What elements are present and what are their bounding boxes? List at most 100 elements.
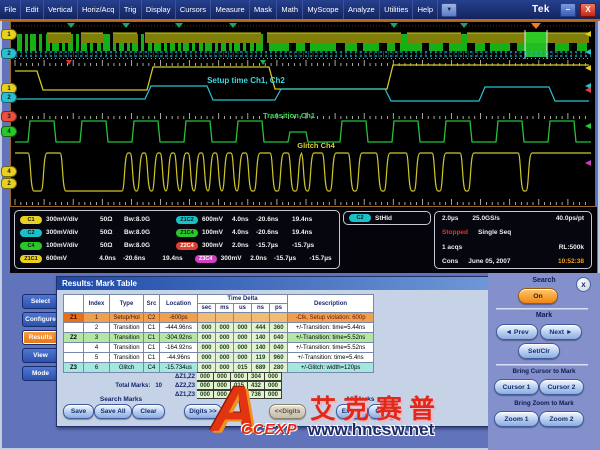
acq-count: 1 acqs <box>442 244 462 251</box>
menu-overflow-icon[interactable]: ▼ <box>441 3 457 17</box>
cursor2-button[interactable]: Cursor 2 <box>539 379 584 395</box>
menu-item-math[interactable]: Math <box>277 0 303 19</box>
tab-configure[interactable]: Configure <box>22 312 59 327</box>
tab-view[interactable]: View <box>22 348 59 363</box>
readout-value: -15.7µs <box>292 242 322 249</box>
delta-label: ΔZ2,Z3 <box>175 383 195 389</box>
menu-item-mask[interactable]: Mask <box>250 0 277 19</box>
glitch-label: Glitch Ch4 <box>297 141 335 150</box>
close-window-button[interactable]: X <box>580 3 596 17</box>
menu-item-file[interactable]: File <box>0 0 21 19</box>
tab-mode[interactable]: Mode <box>22 366 59 381</box>
z1c4-badge[interactable]: Z1C4 <box>176 229 198 237</box>
delta-rows: ΔZ1,Z2000000000304000Total Marks:10ΔZ2,Z… <box>63 372 383 399</box>
tab-results[interactable]: Results <box>22 330 59 345</box>
next-mark-button[interactable]: Next ► <box>540 324 582 340</box>
window-controls: Tek – X <box>532 3 600 17</box>
menu-item-edit[interactable]: Edit <box>21 0 43 19</box>
menu-item-cursors[interactable]: Cursors <box>176 0 212 19</box>
mark-label: Mark <box>488 312 600 319</box>
z2c4-badge[interactable]: Z2C4 <box>176 242 198 250</box>
search-on-button[interactable]: On <box>518 288 558 304</box>
mark-table-row[interactable]: Z36GlitchC4-15.734us000000015689280+/-Gl… <box>64 363 374 373</box>
mark-table-row[interactable]: 5TransitionC1-44.96ns000000000119960+/-T… <box>64 353 374 363</box>
readout-value: 50Ω <box>100 216 124 223</box>
channel-4-marker[interactable]: 4 <box>1 166 17 177</box>
readout-value: -15.7µs <box>256 242 292 249</box>
sample-rate: 25.0GS/s <box>472 215 499 222</box>
prev-mark-button[interactable]: ◄ Prev <box>496 324 538 340</box>
readout-strip: C1300mV/div50ΩBw:8.0GZ1C2600mV4.0ns-20.6… <box>10 207 597 273</box>
right-control-panel: x Search On Mark ◄ Prev Next ► Set/Clr B… <box>488 273 600 450</box>
delta-digit-cell: 000 <box>197 381 214 390</box>
z1c2-badge[interactable]: Z1C2 <box>176 216 198 224</box>
readout-value: -20.6ns <box>123 255 162 262</box>
readout-value: 4.0ns <box>99 255 123 262</box>
delta-digit-cell: 432 <box>248 381 265 390</box>
mark-table-row[interactable]: 2TransitionC1-444.96ns000000000444360+/-… <box>64 323 374 333</box>
c4-badge[interactable]: C4 <box>20 242 42 250</box>
delta-digit-cell: 000 <box>214 372 231 381</box>
clock-label: 10:52:38 <box>558 258 584 265</box>
bring-zoom-label: Bring Zoom to Mark <box>488 400 600 407</box>
readout-value: 600mV <box>202 216 232 223</box>
digits-back-button[interactable]: <<Digits <box>269 404 306 419</box>
menu-item-display[interactable]: Display <box>142 0 176 19</box>
channel-readouts-box: C1300mV/div50ΩBw:8.0GZ1C2600mV4.0ns-20.6… <box>14 210 340 269</box>
resolution: 40.0ps/pt <box>556 215 584 222</box>
readout-value: 100mV/div <box>46 242 100 249</box>
readout-value: 50Ω <box>100 242 124 249</box>
z3c4-badge[interactable]: Z3C4 <box>195 255 217 263</box>
mark-table-row[interactable]: Z23TransitionC1-304.92ns000000000140040+… <box>64 333 374 343</box>
zoom2-button[interactable]: Zoom 2 <box>539 411 584 427</box>
delta-digit-cell: 000 <box>214 390 231 399</box>
search-marks-label: Search Marks <box>96 396 146 403</box>
channel-4-marker[interactable]: 4 <box>1 126 17 137</box>
channel-2-marker[interactable]: 2 <box>1 48 17 59</box>
tab-select[interactable]: Select <box>22 294 59 309</box>
export-button[interactable]: Export <box>336 404 368 419</box>
acq-status: Stopped <box>442 229 468 236</box>
menu-item-myscope[interactable]: MyScope <box>303 0 344 19</box>
delta-label: ΔZ1,Z3 <box>175 392 195 398</box>
z1c1-badge[interactable]: Z1C1 <box>20 255 42 263</box>
delta-digit-cell: 000 <box>265 390 282 399</box>
clear-search-marks-button[interactable]: Clear <box>132 404 165 419</box>
transition-label: Transition Ch1 <box>263 111 315 120</box>
menu-item-trig[interactable]: Trig <box>120 0 142 19</box>
menu-item-horizacq[interactable]: Horiz/Acq <box>78 0 120 19</box>
minimize-button[interactable]: – <box>560 3 576 17</box>
mark-table-row[interactable]: 4TransitionC1-164.92ns000000000140040+/-… <box>64 343 374 353</box>
menu-item-measure[interactable]: Measure <box>211 0 250 19</box>
save-button[interactable]: Save <box>63 404 94 419</box>
save-all-button[interactable]: Save All <box>94 404 132 419</box>
channel-3-marker[interactable]: 3 <box>1 111 17 122</box>
c2-badge[interactable]: C2 <box>20 229 42 237</box>
channel-2-marker[interactable]: 2 <box>1 178 17 189</box>
c1-badge[interactable]: C1 <box>20 216 42 224</box>
set-clear-mark-button[interactable]: Set/Clr <box>518 343 560 359</box>
sthld-label: StHld <box>375 215 392 222</box>
acq-mode: Single Seq <box>478 229 511 236</box>
readout-value: 300mV/div <box>46 216 100 223</box>
clear-all-marks-button[interactable]: Clear <box>368 404 399 419</box>
delta-digit-cell: 015 <box>231 381 248 390</box>
menu-item-utilities[interactable]: Utilities <box>380 0 414 19</box>
menu-item-analyze[interactable]: Analyze <box>344 0 380 19</box>
readout-value: Bw:8.0G <box>124 216 164 223</box>
dialog-title[interactable]: Results: Mark Table <box>57 277 488 290</box>
zoom1-button[interactable]: Zoom 1 <box>494 411 539 427</box>
menu-item-help[interactable]: Help <box>413 0 438 19</box>
channel-1-marker[interactable]: 1 <box>1 29 17 40</box>
mark-table-row[interactable]: Z11Setup/HolC2-600ps-Clk, Setup violatio… <box>64 313 374 323</box>
delta-digit-cell: 736 <box>248 390 265 399</box>
delta-label: ΔZ1,Z2 <box>175 374 195 380</box>
digits-forward-button[interactable]: Digits >> <box>184 404 222 419</box>
readout-value: 300mV/div <box>46 229 100 236</box>
date-label: June 05, 2007 <box>468 258 510 265</box>
channel-2-marker[interactable]: 2 <box>1 92 17 103</box>
cursor1-button[interactable]: Cursor 1 <box>494 379 539 395</box>
horiz-scale: 2.0µs <box>442 215 458 222</box>
mark-table: IndexTypeSrcLocationTime DeltaDescriptio… <box>63 294 374 373</box>
menu-item-vertical[interactable]: Vertical <box>44 0 78 19</box>
